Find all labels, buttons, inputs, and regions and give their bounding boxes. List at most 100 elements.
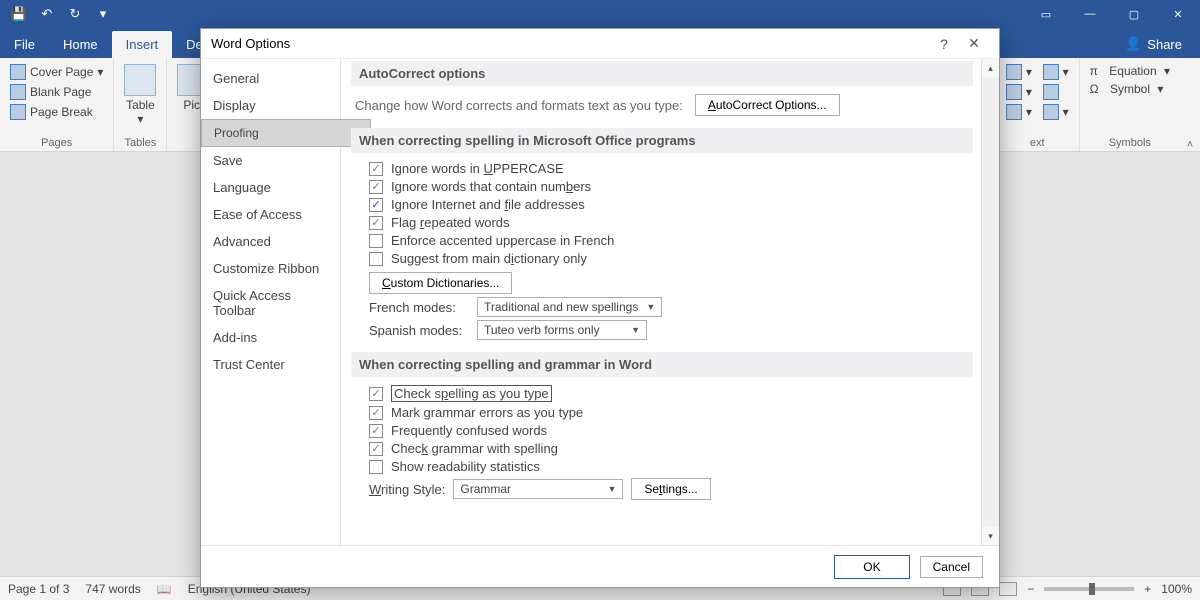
symbol-icon: Ω xyxy=(1090,82,1099,96)
checkbox-row: Ignore words in UPPERCASE xyxy=(369,161,973,176)
scroll-down-icon[interactable]: ▾ xyxy=(982,527,999,545)
nav-item-quick-access-toolbar[interactable]: Quick Access Toolbar xyxy=(201,282,340,324)
ok-button[interactable]: OK xyxy=(834,555,909,579)
object-icon[interactable] xyxy=(1043,104,1059,120)
checkbox-label[interactable]: Mark grammar errors as you type xyxy=(391,405,583,420)
save-icon[interactable]: 💾 xyxy=(8,3,30,25)
nav-item-advanced[interactable]: Advanced xyxy=(201,228,340,255)
checkbox[interactable] xyxy=(369,162,383,176)
scroll-up-icon[interactable]: ▴ xyxy=(982,59,999,77)
spanish-modes-label: Spanish modes: xyxy=(369,323,469,338)
collapse-ribbon-icon[interactable]: ˄ xyxy=(1180,58,1200,151)
tab-file[interactable]: File xyxy=(0,31,49,58)
checkbox-label[interactable]: Suggest from main dictionary only xyxy=(391,251,587,266)
maximize-icon[interactable]: ▢ xyxy=(1112,0,1156,28)
ribbon-display-options-icon[interactable]: ▭ xyxy=(1024,0,1068,28)
share-button[interactable]: 👤 Share xyxy=(1107,30,1200,58)
custom-dictionaries-button[interactable]: Custom Dictionaries... xyxy=(369,272,512,294)
drop-cap-icon[interactable] xyxy=(1006,104,1022,120)
nav-item-trust-center[interactable]: Trust Center xyxy=(201,351,340,378)
checkbox[interactable] xyxy=(369,234,383,248)
equation-button[interactable]: π Equation ▾ xyxy=(1090,62,1170,80)
checkbox[interactable] xyxy=(369,216,383,230)
web-layout-icon[interactable] xyxy=(999,582,1017,596)
page-break-button[interactable]: Page Break xyxy=(10,102,103,122)
nav-item-general[interactable]: General xyxy=(201,65,340,92)
dialog-title: Word Options xyxy=(211,36,290,51)
checkbox[interactable] xyxy=(369,198,383,212)
qat-more-icon[interactable]: ▾ xyxy=(92,3,114,25)
cancel-button[interactable]: Cancel xyxy=(920,556,983,578)
section-office-spelling: When correcting spelling in Microsoft Of… xyxy=(351,128,973,153)
autocorrect-options-button[interactable]: AutoCorrect Options... xyxy=(695,94,840,116)
quick-parts-icon[interactable] xyxy=(1006,64,1022,80)
checkbox-label[interactable]: Flag repeated words xyxy=(391,215,510,230)
blank-page-button[interactable]: Blank Page xyxy=(10,82,103,102)
checkbox-label[interactable]: Check spelling as you type xyxy=(391,385,552,402)
redo-icon[interactable]: ↻ xyxy=(64,3,86,25)
ribbon-group-label: Pages xyxy=(41,137,72,149)
checkbox-label[interactable]: Ignore words in UPPERCASE xyxy=(391,161,564,176)
table-icon[interactable] xyxy=(124,64,156,96)
checkbox-row: Enforce accented uppercase in French xyxy=(369,233,973,248)
nav-item-save[interactable]: Save xyxy=(201,147,340,174)
checkbox[interactable] xyxy=(369,180,383,194)
checkbox[interactable] xyxy=(369,406,383,420)
ribbon-group-label: Symbols xyxy=(1109,137,1151,149)
spanish-modes-select[interactable]: Tuteo verb forms only▼ xyxy=(477,320,647,340)
zoom-out-icon[interactable]: − xyxy=(1027,582,1034,596)
nav-item-add-ins[interactable]: Add-ins xyxy=(201,324,340,351)
writing-style-select[interactable]: Grammar▼ xyxy=(453,479,623,499)
share-label: Share xyxy=(1147,37,1182,52)
zoom-slider[interactable] xyxy=(1044,587,1134,591)
french-modes-select[interactable]: Traditional and new spellings▼ xyxy=(477,297,662,317)
checkbox-label[interactable]: Show readability statistics xyxy=(391,459,540,474)
checkbox-row: Ignore words that contain numbers xyxy=(369,179,973,194)
ribbon-group-symbols: π Equation ▾ Ω Symbol ▾ Symbols xyxy=(1080,58,1180,151)
checkbox-label[interactable]: Enforce accented uppercase in French xyxy=(391,233,614,248)
dialog-help-icon[interactable]: ? xyxy=(929,29,959,59)
checkbox[interactable] xyxy=(369,387,383,401)
nav-item-customize-ribbon[interactable]: Customize Ribbon xyxy=(201,255,340,282)
ribbon-group-text-tail: ▾ ▾ ▾ ▾ ▾ ext xyxy=(995,58,1080,151)
checkbox-label[interactable]: Frequently confused words xyxy=(391,423,547,438)
settings-button[interactable]: Settings... xyxy=(631,478,710,500)
spell-check-icon[interactable]: 📖 xyxy=(157,582,172,596)
section-autocorrect: AutoCorrect options xyxy=(351,61,973,86)
tab-insert[interactable]: Insert xyxy=(112,31,173,58)
zoom-level[interactable]: 100% xyxy=(1161,582,1192,596)
status-page[interactable]: Page 1 of 3 xyxy=(8,582,69,596)
cover-page-button[interactable]: Cover Page▾ xyxy=(10,62,103,82)
ribbon-group-label: Tables xyxy=(125,137,157,149)
checkbox-row: Show readability statistics xyxy=(369,459,973,474)
minimize-icon[interactable]: — xyxy=(1068,0,1112,28)
table-button[interactable]: Table▾ xyxy=(124,98,156,126)
close-icon[interactable]: ✕ xyxy=(1156,0,1200,28)
dialog-content: ▴ ▾ AutoCorrect options Change how Word … xyxy=(341,59,999,545)
checkbox-row: Suggest from main dictionary only xyxy=(369,251,973,266)
nav-item-display[interactable]: Display xyxy=(201,92,340,119)
nav-item-language[interactable]: Language xyxy=(201,174,340,201)
checkbox[interactable] xyxy=(369,252,383,266)
scrollbar[interactable]: ▴ ▾ xyxy=(981,59,999,545)
date-time-icon[interactable] xyxy=(1043,84,1059,100)
checkbox-label[interactable]: Ignore Internet and file addresses xyxy=(391,197,585,212)
dialog-nav: GeneralDisplayProofingSaveLanguageEase o… xyxy=(201,59,341,545)
checkbox[interactable] xyxy=(369,442,383,456)
checkbox-row: Flag repeated words xyxy=(369,215,973,230)
signature-icon[interactable] xyxy=(1043,64,1059,80)
tab-home[interactable]: Home xyxy=(49,31,112,58)
symbol-button[interactable]: Ω Symbol ▾ xyxy=(1090,80,1170,98)
status-word-count[interactable]: 747 words xyxy=(85,582,140,596)
checkbox-label[interactable]: Ignore words that contain numbers xyxy=(391,179,591,194)
checkbox[interactable] xyxy=(369,460,383,474)
writing-style-label: Writing Style: xyxy=(369,482,445,497)
zoom-in-icon[interactable]: + xyxy=(1144,582,1151,596)
ribbon-group-label: ext xyxy=(1030,137,1045,149)
dialog-close-icon[interactable]: ✕ xyxy=(959,29,989,59)
checkbox-label[interactable]: Check grammar with spelling xyxy=(391,441,558,456)
nav-item-ease-of-access[interactable]: Ease of Access xyxy=(201,201,340,228)
undo-icon[interactable]: ↶ xyxy=(36,3,58,25)
checkbox[interactable] xyxy=(369,424,383,438)
wordart-icon[interactable] xyxy=(1006,84,1022,100)
